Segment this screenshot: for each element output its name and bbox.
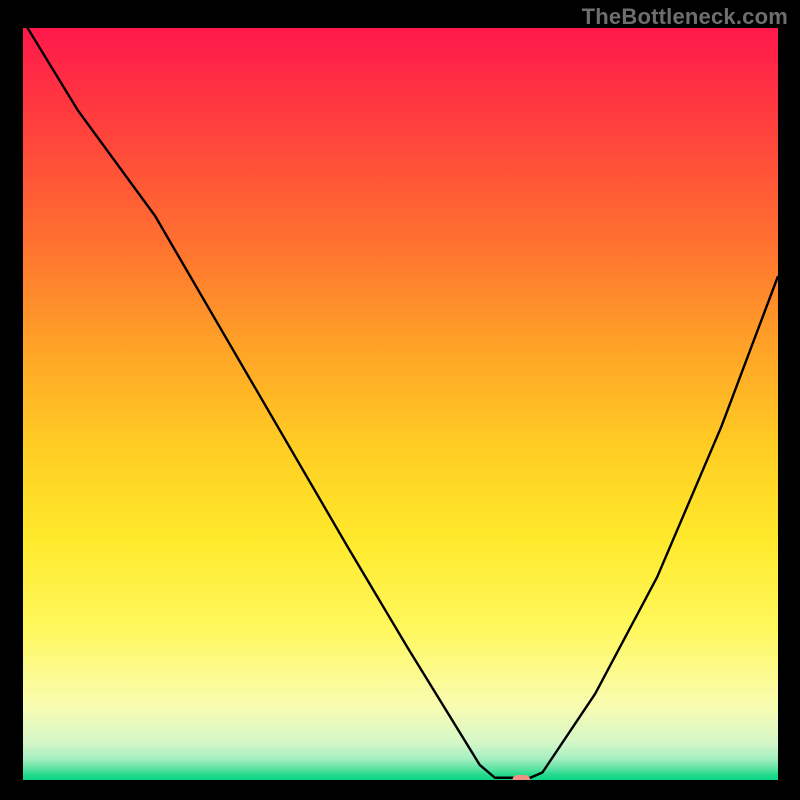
chart-frame: TheBottleneck.com (0, 0, 800, 800)
plot-area (23, 28, 778, 780)
plot-svg (23, 28, 778, 780)
optimal-marker (512, 775, 530, 780)
gradient-rect (23, 28, 778, 780)
watermark-text: TheBottleneck.com (582, 4, 788, 30)
